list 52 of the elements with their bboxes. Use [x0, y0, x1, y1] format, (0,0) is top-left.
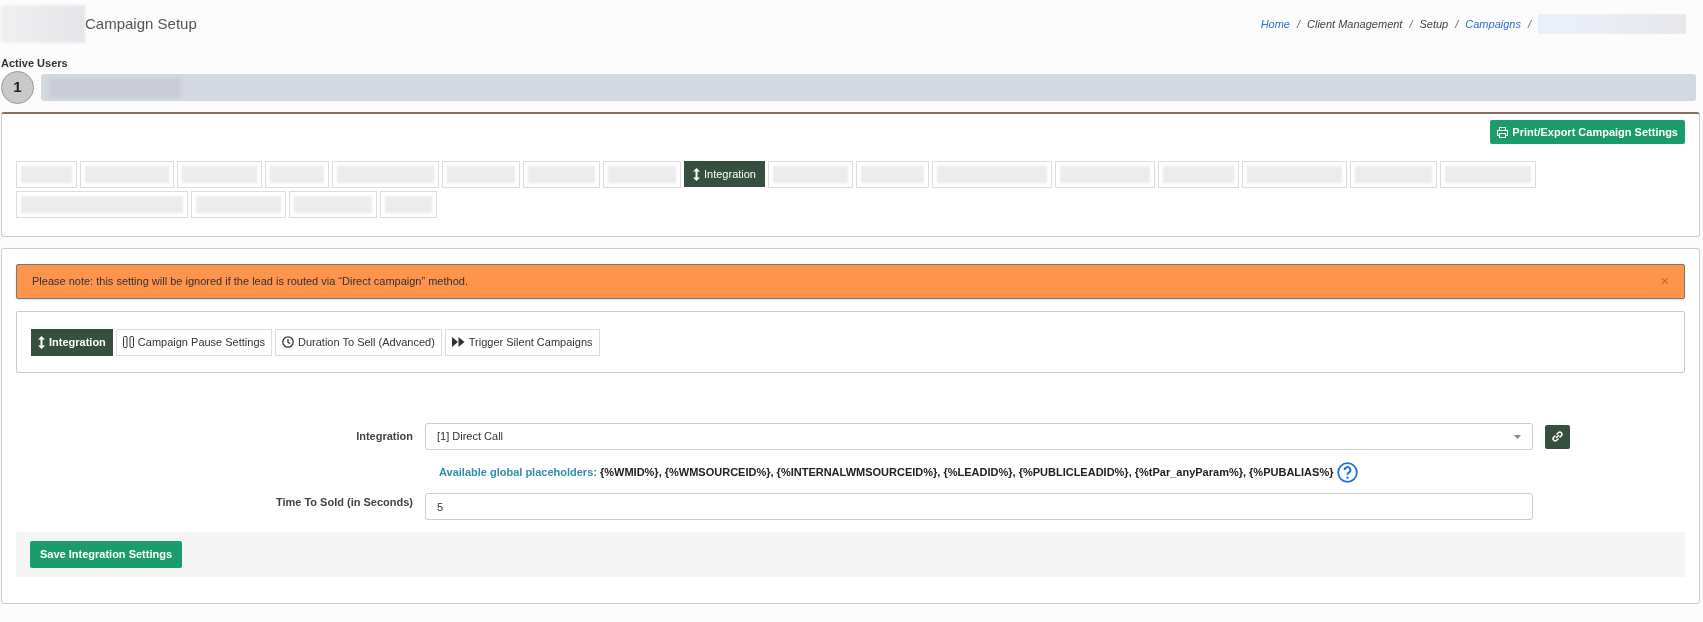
redacted-tab[interactable]: [332, 161, 439, 188]
redacted-tab[interactable]: [177, 161, 262, 188]
printer-icon: [1497, 126, 1509, 138]
breadcrumb-separator: /: [1455, 16, 1459, 32]
breadcrumb-item: Client Management: [1307, 16, 1403, 32]
user-count-badge: 1: [1, 71, 34, 104]
link-button[interactable]: [1545, 424, 1570, 449]
redacted-tab[interactable]: [265, 161, 329, 188]
redacted-tab[interactable]: [1350, 161, 1437, 188]
redacted-tab[interactable]: [380, 191, 437, 218]
active-users-label: Active Users: [1, 56, 69, 70]
breadcrumb-separator: /: [1527, 16, 1531, 32]
sub-tab[interactable]: Integration: [31, 328, 113, 356]
breadcrumb-separator: /: [1409, 16, 1413, 32]
time-to-sold-field[interactable]: 5: [425, 493, 1533, 520]
redacted-tab[interactable]: [289, 191, 377, 218]
integration-label: Integration: [355, 429, 414, 445]
redacted-tab[interactable]: [1242, 161, 1347, 188]
fast-forward-icon: [451, 337, 465, 347]
breadcrumb-item: Setup: [1419, 16, 1449, 32]
time-to-sold-label: Time To Sold (in Seconds): [274, 495, 414, 510]
redacted-tab[interactable]: [523, 161, 600, 188]
sub-tab[interactable]: Trigger Silent Campaigns: [444, 328, 600, 356]
breadcrumb-link[interactable]: Campaigns: [1465, 15, 1521, 33]
clock-icon: [282, 336, 295, 348]
redacted-tab[interactable]: [1158, 161, 1239, 188]
alert-text: Please note: this setting will be ignored if the lead is routed via “Direct campaign” method.: [32, 274, 468, 290]
redacted-tab[interactable]: [16, 191, 188, 218]
sub-tab[interactable]: Campaign Pause Settings: [115, 328, 273, 356]
redacted-tab[interactable]: [856, 161, 929, 188]
redacted-tab[interactable]: [1440, 161, 1536, 188]
breadcrumb-separator: /: [1296, 16, 1301, 32]
redacted-tab[interactable]: [80, 161, 174, 188]
page-title: Campaign Setup: [85, 13, 197, 34]
placeholders-text: Available global placeholders: {%WMID%}, {%WMSOURCEID%}, {%INTERNALWMSOURCEID%}, {%LEADID%}, {%PUBLICLEADID%}, {%tPar_anyParam%}, {%PUBALIAS%}: [439, 465, 1334, 481]
pause-icon: [122, 336, 134, 348]
redacted-tab[interactable]: [768, 161, 853, 188]
redacted-tab[interactable]: [932, 161, 1052, 188]
integration-select[interactable]: [1] Direct Call: [425, 423, 1533, 450]
redacted-tab[interactable]: [603, 161, 681, 188]
breadcrumb-link[interactable]: Home: [1260, 15, 1290, 33]
redacted-tab[interactable]: [442, 161, 520, 188]
campaign-tab[interactable]: Integration: [684, 161, 765, 187]
redacted-tab[interactable]: [16, 161, 77, 188]
link-icon: [1552, 431, 1563, 442]
redacted-tab[interactable]: [1055, 161, 1155, 188]
sub-tab[interactable]: Duration To Sell (Advanced): [275, 328, 442, 356]
up-down-arrow-icon: [693, 167, 700, 181]
help-icon[interactable]: [1337, 462, 1359, 483]
up-down-arrow-icon: [38, 335, 45, 349]
redacted-tab[interactable]: [191, 191, 286, 218]
dropdown-caret-icon: [1514, 434, 1521, 439]
